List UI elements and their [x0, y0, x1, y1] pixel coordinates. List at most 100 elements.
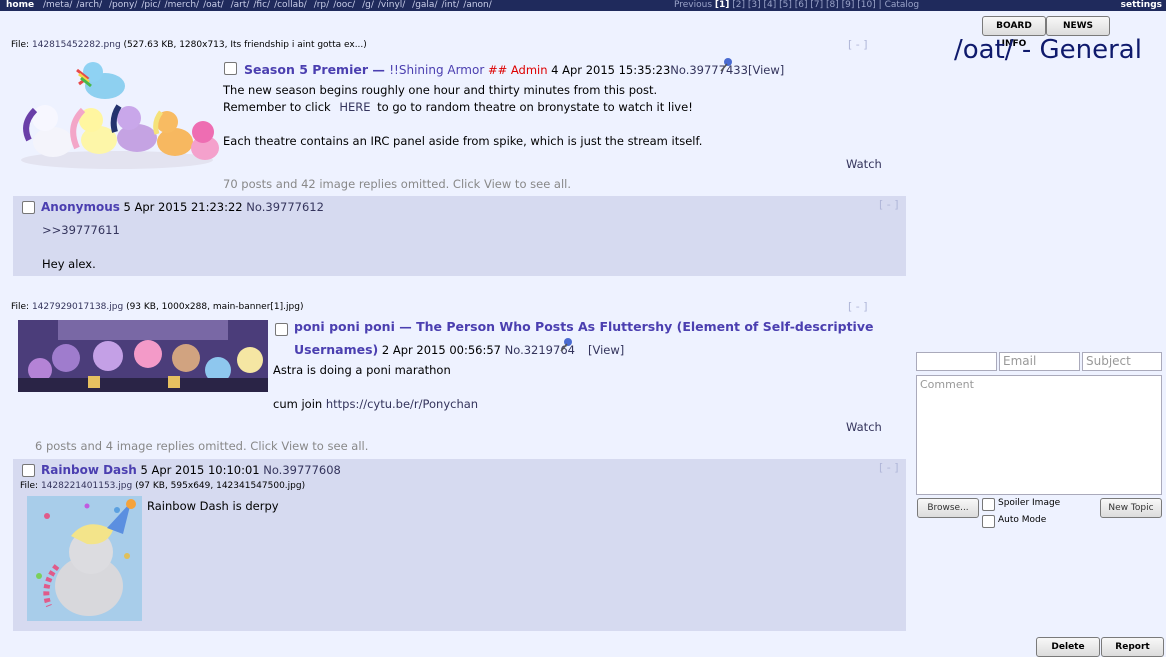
poster-name: !!Shining Armor [389, 63, 485, 77]
post-date: 5 Apr 2015 21:23:22 [123, 200, 243, 214]
post-select-checkbox[interactable] [22, 201, 35, 214]
board-link[interactable]: /rp/ [314, 0, 329, 10]
board-link[interactable]: /collab/ [274, 0, 307, 10]
board-title: /oat/ - General [954, 35, 1142, 65]
poster-name: Anonymous [41, 200, 120, 214]
page-link[interactable]: [6] [795, 0, 808, 10]
omitted-notice: 70 posts and 42 image replies omitted. C… [223, 177, 572, 191]
news-button[interactable]: NEWS [1046, 16, 1110, 36]
board-link[interactable]: /oat/ [203, 0, 224, 10]
post-subject: Season 5 Premier [244, 62, 368, 77]
page-link[interactable]: [4] [764, 0, 777, 10]
url-link[interactable]: https://cytu.be/r/Ponychan [326, 397, 478, 411]
post-select-checkbox[interactable] [224, 62, 237, 75]
reply-post: Anonymous 5 Apr 2015 21:23:22 No.3977761… [13, 196, 906, 276]
hide-thread-button[interactable]: [ - ] [848, 38, 868, 51]
poster-name: Rainbow Dash [41, 463, 137, 477]
view-thread-link[interactable]: [View] [748, 63, 784, 77]
browse-file-button[interactable]: Browse... [917, 498, 979, 518]
omitted-notice: 6 posts and 4 image replies omitted. Cli… [35, 439, 369, 453]
file-link[interactable]: 1428221401153.jpg [41, 481, 132, 491]
board-link[interactable]: /int/ [441, 0, 459, 10]
hide-post-button[interactable]: [ - ] [879, 198, 899, 211]
post-header: Season 5 Premier — !!Shining Armor ## Ad… [244, 62, 748, 77]
board-links: home /meta/ /arch/ /pony/ /pic/ /merch//oat… [6, 0, 496, 11]
board-link[interactable]: /arch/ [76, 0, 102, 10]
board-link[interactable]: /vinyl/ [378, 0, 405, 10]
delete-button[interactable]: Delete [1036, 637, 1100, 657]
post-header: Rainbow Dash 5 Apr 2015 10:10:01 No.3977… [41, 463, 341, 477]
file-meta: (93 KB, 1000x288, main-banner[1].jpg) [126, 302, 304, 312]
page-link[interactable]: [9] [842, 0, 855, 10]
board-link[interactable]: /pony/ [109, 0, 137, 10]
post-subject: poni poni poni — The Person Who Posts As… [294, 319, 874, 334]
board-link[interactable]: /ooc/ [333, 0, 355, 10]
pagination: Previous [1] [2] [3] [4] [5] [6] [7] [8]… [674, 0, 919, 11]
here-link[interactable]: HERE [339, 100, 370, 114]
page-link[interactable]: [5] [779, 0, 792, 10]
board-link[interactable]: /anon/ [463, 0, 492, 10]
board-link[interactable]: /pic/ [141, 0, 160, 10]
catalog-link[interactable]: Catalog [885, 0, 920, 10]
board-info-button[interactable]: BOARD INFO [982, 16, 1046, 49]
post-header: Anonymous 5 Apr 2015 21:23:22 No.3977761… [41, 200, 324, 214]
spoiler-checkbox[interactable] [982, 498, 995, 511]
email-field[interactable]: Email [999, 352, 1080, 371]
new-topic-button[interactable]: New Topic [1100, 498, 1162, 518]
hide-thread-button[interactable]: [ - ] [848, 300, 868, 313]
post-select-checkbox[interactable] [22, 464, 35, 477]
admin-capcode: ## Admin [487, 63, 548, 77]
thread-thumbnail[interactable] [18, 320, 268, 392]
comment-textarea[interactable]: Comment [916, 375, 1162, 495]
board-link[interactable]: /fic/ [253, 0, 270, 10]
auto-mode-checkbox[interactable] [982, 515, 995, 528]
page-link[interactable]: [3] [748, 0, 761, 10]
ponies-banner-image [18, 320, 268, 392]
page-link[interactable]: [2] [732, 0, 745, 10]
post-number-link[interactable]: No.39777612 [246, 200, 324, 214]
file-info: File: 1427929017138.jpg (93 KB, 1000x288… [11, 302, 303, 312]
post-number-link[interactable]: No.39777608 [263, 463, 341, 477]
top-nav-bar: home /meta/ /arch/ /pony/ /pic/ /merch//oat… [0, 0, 1166, 11]
settings-link[interactable]: settings [1121, 0, 1162, 11]
file-label: File: [11, 40, 32, 50]
board-link[interactable]: /g/ [362, 0, 374, 10]
name-field[interactable] [916, 352, 997, 371]
board-link[interactable]: /gala/ [412, 0, 437, 10]
reply-thumbnail[interactable] [27, 496, 142, 621]
auto-mode-label: Auto Mode [998, 515, 1047, 525]
message-line: Remember to click HERE to go to random t… [223, 99, 702, 116]
post-subject-continued: Usernames) [294, 342, 379, 357]
post-date: 5 Apr 2015 10:10:01 [140, 463, 260, 477]
watch-thread-link[interactable]: Watch [846, 157, 882, 171]
spoiler-label: Spoiler Image [998, 498, 1061, 508]
board-link[interactable]: /merch/ [165, 0, 200, 10]
page-link-current[interactable]: [1] [715, 0, 730, 10]
board-link[interactable]: /art/ [231, 0, 250, 10]
subject-field[interactable]: Subject [1082, 352, 1162, 371]
file-label: File: [20, 481, 41, 491]
file-link[interactable]: 142815452282.png [32, 40, 121, 50]
post-number-link[interactable]: No.39777433 [670, 63, 748, 77]
post-select-checkbox[interactable] [275, 323, 288, 336]
hide-post-button[interactable]: [ - ] [879, 461, 899, 474]
message-line: Each theatre contains an IRC panel aside… [223, 134, 703, 148]
derpy-image [27, 496, 142, 621]
page-link[interactable]: [8] [826, 0, 839, 10]
page-link[interactable]: [10] [857, 0, 875, 10]
message-line: Astra is doing a poni marathon [273, 363, 451, 377]
view-thread-link[interactable]: [View] [588, 343, 624, 357]
quote-link[interactable]: >>39777611 [42, 223, 120, 237]
file-link[interactable]: 1427929017138.jpg [32, 302, 123, 312]
page-link[interactable]: [7] [810, 0, 823, 10]
post-message: Astra is doing a poni marathon cum join … [273, 362, 478, 413]
thread-thumbnail[interactable] [17, 56, 219, 172]
nav-home-link[interactable]: home [6, 0, 34, 10]
board-link[interactable]: /meta/ [43, 0, 72, 10]
pager-previous[interactable]: Previous [674, 0, 712, 10]
subject-dash: — [368, 62, 390, 77]
reply-post: Rainbow Dash 5 Apr 2015 10:10:01 No.3977… [13, 459, 906, 631]
report-button[interactable]: Report [1101, 637, 1164, 657]
watch-thread-link[interactable]: Watch [846, 420, 882, 434]
